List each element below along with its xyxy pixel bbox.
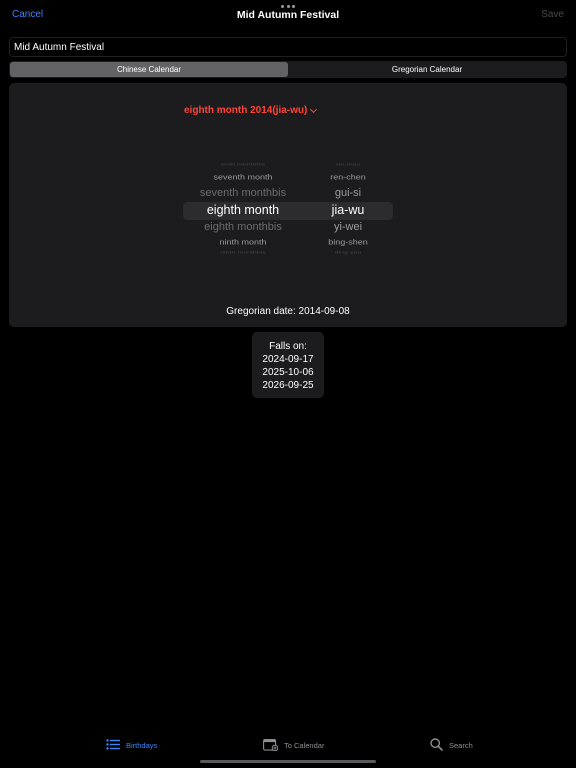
picker-month-row[interactable]: eighth monthbis <box>183 221 303 233</box>
calendar-add-icon <box>263 738 279 753</box>
tab-to-calendar[interactable]: To Calendar <box>263 735 324 755</box>
home-indicator[interactable] <box>200 760 376 763</box>
falls-on-popover: Falls on: 2024-09-17 2025-10-06 2026-09-… <box>252 332 324 398</box>
segment-gregorian-calendar[interactable]: Gregorian Calendar <box>288 62 566 77</box>
picker-year-row[interactable]: gui-si <box>303 187 393 199</box>
picker-month-row[interactable]: ninth month <box>183 238 303 247</box>
calendar-type-segmented-control: Chinese Calendar Gregorian Calendar <box>9 61 567 78</box>
picker-year-wheel[interactable]: xin-mao ren-chen gui-si jia-wu yi-wei bi… <box>303 157 393 257</box>
picker-month-row[interactable]: seventh monthbis <box>183 187 303 199</box>
picker-year-row[interactable]: yi-wei <box>303 221 393 233</box>
falls-on-label: Falls on: <box>269 341 307 352</box>
picker-year-row[interactable]: ding-you <box>303 251 393 255</box>
picker-year-row[interactable]: ren-chen <box>303 173 393 182</box>
picker-year-row[interactable]: xin-mao <box>303 163 393 167</box>
tab-search-label: Search <box>449 740 473 750</box>
navigation-bar: Cancel Mid Autumn Festival Save <box>0 0 576 30</box>
tab-birthdays-label: Birthdays <box>126 740 158 750</box>
picker-year-row-selected[interactable]: jia-wu <box>303 203 393 217</box>
list-icon <box>106 738 120 752</box>
picker-month-row[interactable]: ninth monthbis <box>183 251 303 255</box>
falls-on-date: 2026-09-25 <box>262 380 314 391</box>
gregorian-date-label: Gregorian date: 2014-09-08 <box>226 306 350 317</box>
lunar-month-dropdown-label: eighth month 2014(jia-wu) <box>184 105 308 116</box>
lunar-date-picker[interactable]: sixth monthbis seventh month seventh mon… <box>183 157 393 257</box>
picker-month-row-selected[interactable]: eighth month <box>183 203 303 217</box>
tab-search[interactable]: Search <box>430 735 473 755</box>
picker-year-row[interactable]: bing-shen <box>303 238 393 247</box>
page-title: Mid Autumn Festival <box>236 9 340 21</box>
picker-month-wheel[interactable]: sixth monthbis seventh month seventh mon… <box>183 157 303 257</box>
event-name-input[interactable] <box>9 37 567 57</box>
falls-on-date: 2025-10-06 <box>262 367 314 378</box>
picker-month-row[interactable]: sixth monthbis <box>183 163 303 167</box>
tab-birthdays[interactable]: Birthdays <box>106 735 157 755</box>
chevron-down-icon <box>310 105 318 113</box>
lunar-month-dropdown[interactable]: eighth month 2014(jia-wu) <box>184 105 318 116</box>
falls-on-date: 2024-09-17 <box>262 354 314 365</box>
picker-month-row[interactable]: seventh month <box>183 173 303 182</box>
tab-bar: Birthdays To Calendar Search <box>0 735 576 755</box>
save-button[interactable]: Save <box>541 9 564 20</box>
segment-chinese-calendar[interactable]: Chinese Calendar <box>10 62 288 77</box>
tab-to-calendar-label: To Calendar <box>284 740 325 750</box>
lunar-date-card: eighth month 2014(jia-wu) sixth monthbis… <box>9 83 567 327</box>
search-icon <box>430 737 443 753</box>
